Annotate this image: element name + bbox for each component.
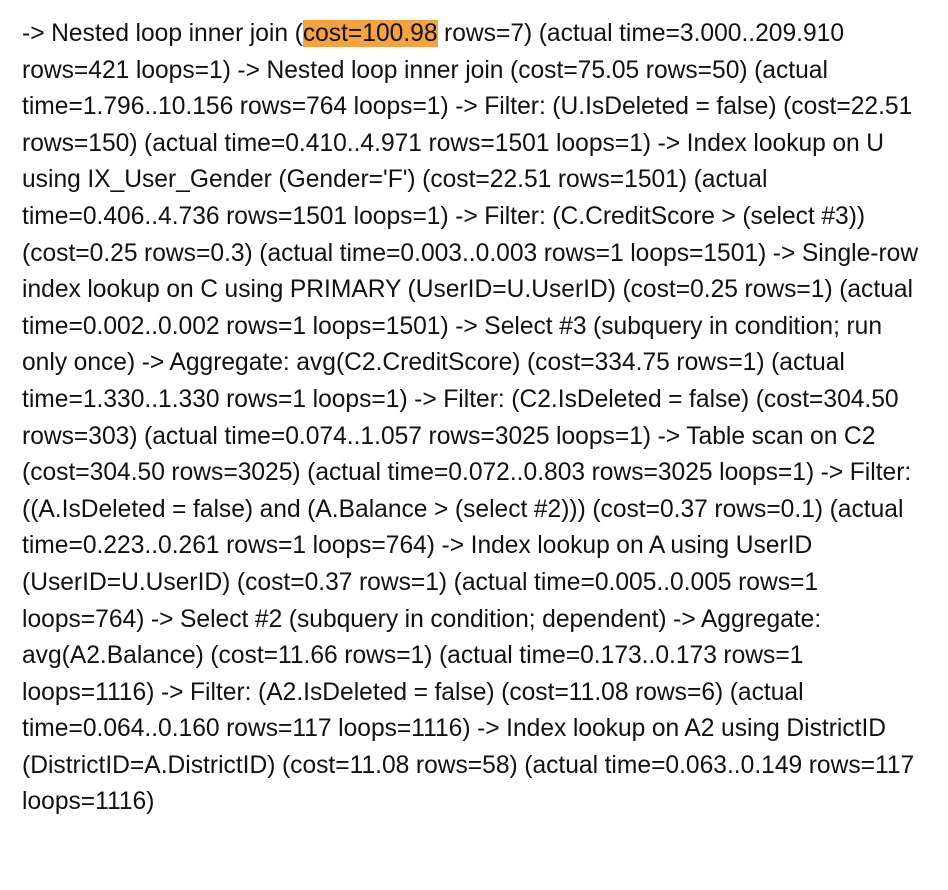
plan-text-after: rows=7) (actual time=3.000..209.910 rows… bbox=[22, 20, 919, 816]
plan-text-before: -> Nested loop inner join ( bbox=[22, 20, 303, 47]
query-plan-text: -> Nested loop inner join (cost=100.98 r… bbox=[22, 16, 932, 821]
highlighted-cost: cost=100.98 bbox=[302, 20, 438, 47]
document-page: -> Nested loop inner join (cost=100.98 r… bbox=[0, 0, 948, 890]
